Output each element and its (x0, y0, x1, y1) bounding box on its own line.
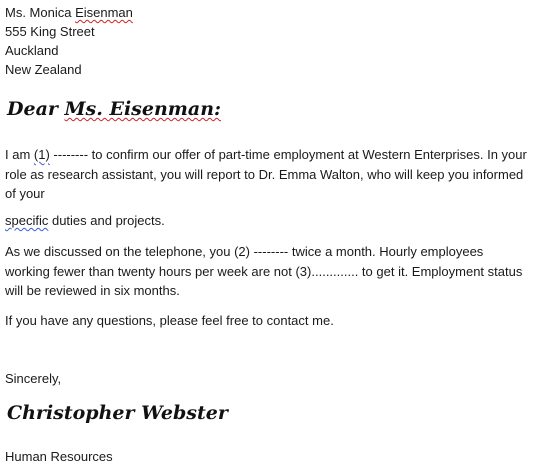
recipient-name: Ms. Monica Eisenman (5, 5, 133, 21)
recipient-country: New Zealand (5, 62, 82, 77)
department: Human Resources (5, 449, 113, 464)
p2-rest: duties and projects. (48, 213, 165, 228)
recipient-surname: Eisenman (75, 5, 133, 20)
recipient-city: Auckland (5, 43, 59, 58)
blank-1: (1) (33, 147, 50, 162)
p1-start: I am (5, 147, 34, 162)
recipient-street: 555 King Street (5, 24, 95, 39)
signature: Christopher Webster (7, 402, 228, 424)
closing: Sincerely, (5, 371, 62, 386)
paragraph-4: If you have any questions, please feel f… (5, 313, 334, 328)
paragraph-3: As we discussed on the telephone, you (2… (5, 244, 523, 298)
paragraph-1: I am (1) -------- to confirm our offer o… (5, 145, 530, 204)
p1-rest: -------- to confirm our offer of part-ti… (5, 147, 527, 201)
specific-word: specific (5, 213, 49, 228)
recipient-name-prefix: Ms. Monica (5, 5, 76, 20)
salutation-prefix: Dear (7, 98, 65, 120)
paragraph-2: specific duties and projects. (5, 211, 530, 231)
salutation: Dear Ms. Eisenman: (7, 98, 221, 120)
salutation-name: Ms. Eisenman: (64, 98, 222, 120)
